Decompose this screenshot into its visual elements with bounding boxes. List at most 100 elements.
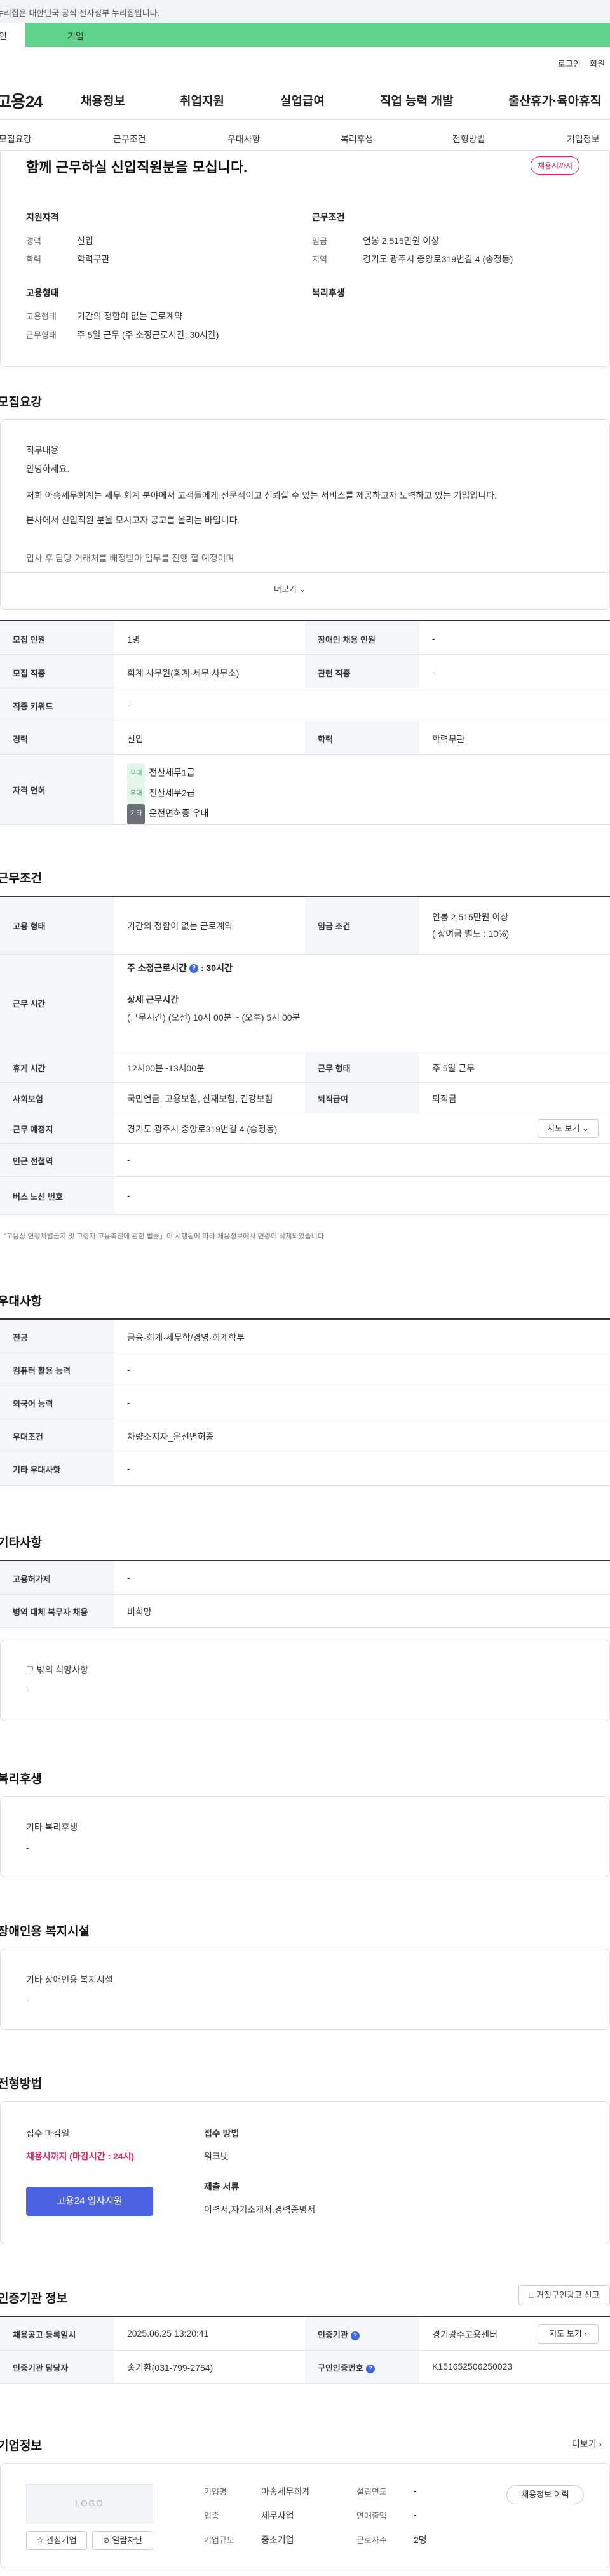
bus-label: 버스 노선 번호 bbox=[13, 1192, 63, 1202]
company-size-label: 기업규모 bbox=[204, 2535, 234, 2545]
wage-condition-value: 연봉 2,515만원 이상 bbox=[432, 912, 509, 922]
work-heading: 근무조건 bbox=[0, 872, 42, 885]
agency-label: 인증기관? bbox=[318, 2328, 360, 2340]
method-label: 접수 방법 bbox=[204, 2128, 240, 2138]
subtab-company[interactable]: 기업정보 bbox=[567, 133, 600, 145]
documents-value: 이력서,자기소개서,경력증명서 bbox=[204, 2204, 316, 2215]
founded-label: 설립연도 bbox=[356, 2487, 387, 2497]
license-item: 우대 전산세무2급 bbox=[127, 784, 208, 804]
qualification-heading: 지원자격 bbox=[26, 212, 59, 222]
tab-business[interactable]: 기업 bbox=[25, 23, 610, 47]
language-value: - bbox=[127, 1397, 130, 1407]
cert-heading: 인증기관 정보 bbox=[0, 2292, 68, 2305]
other-prefer-label: 기타 우대사항 bbox=[13, 1465, 61, 1475]
work-type-label: 근무형태 bbox=[26, 330, 57, 340]
tab-individual[interactable]: 인 bbox=[0, 23, 25, 47]
welfare-card: 기타 복리후생 - bbox=[0, 1796, 610, 1877]
gnb-item-jobs[interactable]: 채용정보 bbox=[81, 91, 125, 109]
gnb-item-leave[interactable]: 출산휴가·육아휴직 bbox=[508, 91, 601, 109]
gnb-item-training[interactable]: 직업 능력 개발 bbox=[380, 91, 453, 109]
subway-value: - bbox=[127, 1155, 130, 1165]
employment-permit-value: - bbox=[127, 1573, 130, 1583]
prefer-condition-value: 차량소지자_운전면허증 bbox=[127, 1432, 214, 1442]
subtab-recruit[interactable]: 모집요강 bbox=[0, 133, 32, 145]
career-req-label: 경력 bbox=[13, 735, 28, 744]
subtab-welfare[interactable]: 복리후생 bbox=[341, 133, 374, 145]
computer-skill-label: 컴퓨터 활용 능력 bbox=[13, 1366, 71, 1376]
welfare-label: 기타 복리후생 bbox=[26, 1822, 78, 1832]
company-more-link[interactable]: 더보기 › bbox=[572, 2438, 602, 2450]
block-view-button[interactable]: ⊘ 열람차단 bbox=[92, 2531, 153, 2550]
subway-label: 인근 전철역 bbox=[13, 1157, 53, 1166]
disabled-facility-card: 기타 장애인용 복지시설 - bbox=[0, 1949, 610, 2030]
insurance-label: 사회보험 bbox=[13, 1094, 43, 1104]
employment-permit-label: 고용허가제 bbox=[13, 1574, 51, 1584]
agency-manager-value: 송기환(031-799-2754) bbox=[127, 2363, 214, 2373]
prefer-condition-label: 우대조건 bbox=[13, 1432, 43, 1442]
bonus-value: ( 상여금 별도 : 10%) bbox=[432, 929, 510, 939]
region-label: 지역 bbox=[312, 255, 327, 264]
wage-value: 연봉 2,515만원 이상 bbox=[363, 236, 440, 246]
report-icon: □ bbox=[529, 2290, 534, 2300]
cert-number-label: 구인인증번호? bbox=[318, 2361, 375, 2373]
summary-card: 함께 근무하실 신입직원분을 모십니다. 채용시까지 지원자격 경력 신입 학력… bbox=[0, 151, 610, 367]
more-button[interactable]: 더보기 ⌄ bbox=[274, 582, 306, 594]
selection-card: 접수 마감일 채용시까지 (마감시간 : 24시) 고용24 입사지원 접수 방… bbox=[0, 2101, 610, 2244]
conditions-heading: 근무조건 bbox=[312, 212, 345, 222]
gov-banner: 누리집은 대한민국 공식 전자정부 누리집입니다. bbox=[0, 0, 610, 23]
chevron-down-icon: ⌄ bbox=[299, 584, 306, 594]
related-category-label: 관련 직종 bbox=[318, 669, 351, 678]
subtab-conditions[interactable]: 근무조건 bbox=[113, 133, 146, 145]
detail-hours-value: (근무시간) (오전) 10시 00분 ~ (오후) 5시 00분 bbox=[127, 1012, 301, 1023]
company-name-value: 아송세무회계 bbox=[261, 2486, 311, 2497]
signup-link[interactable]: 회원 bbox=[590, 57, 605, 69]
severance-label: 퇴직급여 bbox=[318, 1094, 348, 1104]
disabled-facility-label: 기타 장애인용 복지시설 bbox=[26, 1975, 113, 1985]
computer-skill-value: - bbox=[127, 1364, 130, 1374]
subtab-divider bbox=[0, 150, 610, 151]
license-label: 자격 면허 bbox=[13, 786, 46, 795]
info-icon[interactable]: ? bbox=[189, 964, 199, 974]
job-history-button[interactable]: 채용정보 이력 bbox=[506, 2485, 584, 2504]
disabled-hire-label: 장애인 채용 인원 bbox=[318, 635, 376, 645]
weekly-hours: 주 소정근로시간? : 30시간 bbox=[127, 963, 233, 974]
login-link[interactable]: 로그인 bbox=[558, 57, 581, 69]
education-label: 학력 bbox=[26, 255, 41, 264]
selection-heading: 전형방법 bbox=[0, 2077, 42, 2091]
subtab-preferences[interactable]: 우대사항 bbox=[227, 133, 261, 145]
gnb-item-employment-support[interactable]: 취업지원 bbox=[180, 91, 224, 109]
gnb-divider bbox=[0, 119, 610, 120]
apply-button[interactable]: 고용24 입사지원 bbox=[26, 2187, 153, 2216]
method-value: 워크넷 bbox=[204, 2151, 229, 2161]
subtab-selection[interactable]: 전형방법 bbox=[452, 133, 485, 145]
site-logo[interactable]: 고용24 bbox=[0, 89, 43, 112]
insurance-value: 국민연금, 고용보험, 산재보험, 건강보험 bbox=[127, 1094, 273, 1104]
false-ad-report-button[interactable]: □ 거짓구인광고 신고 bbox=[518, 2285, 610, 2305]
company-size-value: 중소기업 bbox=[261, 2535, 294, 2545]
job-description-label: 직무내용 bbox=[26, 445, 59, 455]
chevron-right-icon: › bbox=[584, 2329, 587, 2338]
hope-card: 그 밖의 희망사항 - bbox=[0, 1640, 610, 1721]
info-icon[interactable]: ? bbox=[365, 2364, 375, 2373]
favorite-company-button[interactable]: ☆ 관심기업 bbox=[26, 2531, 87, 2550]
job-category-label: 모집 직종 bbox=[13, 669, 46, 678]
employment-form-label: 고용 형태 bbox=[13, 922, 46, 931]
deadline-label: 접수 마감일 bbox=[26, 2128, 70, 2138]
major-value: 금융·회계·세무학/경영·회계학부 bbox=[127, 1332, 245, 1343]
industry-label: 업종 bbox=[204, 2511, 219, 2521]
sales-value: - bbox=[414, 2509, 417, 2519]
workplace-value: 경기도 광주시 중앙로319번길 4 (송정동) bbox=[127, 1124, 278, 1134]
break-value: 12시00분~13시00분 bbox=[127, 1063, 205, 1073]
agency-map-button[interactable]: 지도 보기 › bbox=[538, 2324, 599, 2344]
education-req-value: 학력무관 bbox=[432, 734, 465, 744]
job-title: 함께 근무하실 신입직원분을 모십니다. bbox=[26, 159, 248, 175]
description-line-4: 입사 후 담당 거래처를 배정받아 업무를 진행 할 예정이며 bbox=[26, 553, 234, 563]
workplace-map-button[interactable]: 지도 보기 ⌄ bbox=[538, 1119, 599, 1138]
severance-value: 퇴직금 bbox=[432, 1094, 457, 1104]
major-label: 전공 bbox=[13, 1333, 28, 1343]
career-value: 신입 bbox=[77, 236, 93, 246]
info-icon[interactable]: ? bbox=[350, 2331, 360, 2340]
work-th-col-1 bbox=[0, 897, 114, 1214]
employment-form-value: 기간의 정함이 없는 근로계약 bbox=[127, 921, 233, 931]
gnb-item-unemployment[interactable]: 실업급여 bbox=[280, 91, 325, 109]
